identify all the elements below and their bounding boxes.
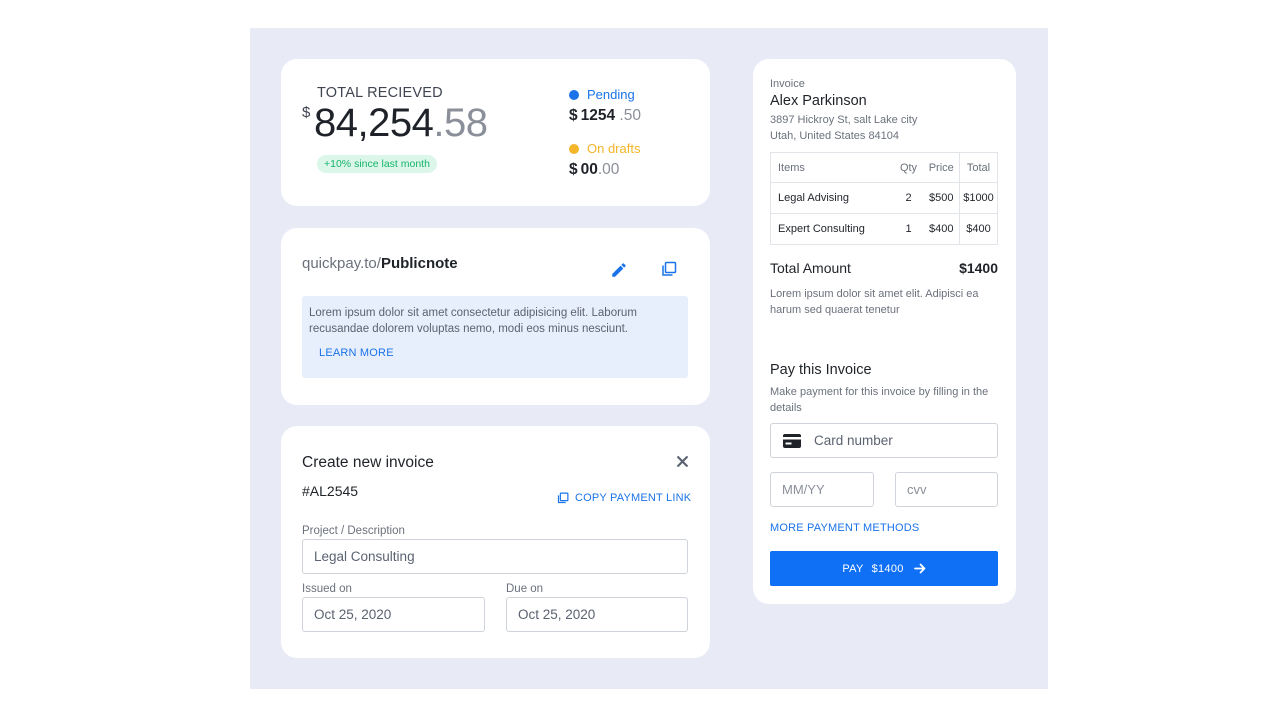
public-link-card: quickpay.to/Publicnote Lorem ipsum dolor…	[281, 228, 710, 405]
issued-date-input[interactable]: Oct 25, 2020	[302, 597, 485, 632]
project-label: Project / Description	[302, 525, 405, 537]
pending-value-dec: .50	[615, 107, 641, 124]
create-invoice-title: Create new invoice	[302, 454, 434, 471]
pending-stat: Pending $1254 .50	[569, 87, 641, 126]
copy-payment-link-label: COPY PAYMENT LINK	[575, 492, 692, 504]
amount-integer: 84,254	[314, 101, 434, 145]
total-received-card: TOTAL RECIEVED $ 84,254.58 +10% since la…	[281, 59, 710, 206]
total-received-currency: $	[302, 104, 311, 121]
client-name: Alex Parkinson	[770, 93, 867, 109]
project-input[interactable]: Legal Consulting	[302, 539, 688, 574]
due-date-input[interactable]: Oct 25, 2020	[506, 597, 688, 632]
item-name: Expert Consulting	[770, 213, 894, 245]
copy-icon[interactable]	[661, 261, 681, 281]
column-header-items: Items	[770, 152, 894, 183]
pay-invoice-description: Make payment for this invoice by filling…	[770, 386, 989, 414]
credit-card-icon	[783, 433, 801, 448]
drafts-label: On drafts	[587, 141, 641, 156]
item-price: $400	[923, 213, 960, 245]
more-payment-methods-link[interactable]: MORE PAYMENT METHODS	[770, 522, 919, 534]
table-row: Legal Advising 2 $500 $1000	[770, 182, 998, 214]
item-price: $500	[923, 182, 960, 214]
close-icon[interactable]	[676, 455, 690, 469]
total-amount-label: Total Amount	[770, 260, 851, 276]
item-qty: 2	[893, 182, 924, 214]
item-qty: 1	[893, 213, 924, 245]
column-header-price: Price	[923, 152, 960, 183]
card-number-field[interactable]: Card number	[770, 423, 998, 458]
item-name: Legal Advising	[770, 182, 894, 214]
column-header-total: Total	[959, 152, 998, 183]
drafts-stat: On drafts $00.00	[569, 141, 640, 180]
table-row: Expert Consulting 1 $400 $400	[770, 213, 998, 245]
total-amount-row: Total Amount $1400	[770, 260, 998, 276]
pay-button-amount: $1400	[871, 562, 904, 575]
pay-button[interactable]: PAY $1400	[770, 551, 998, 586]
copy-payment-link-button[interactable]: COPY PAYMENT LINK	[557, 492, 691, 504]
amount-decimal: .58	[433, 101, 488, 145]
table-header-row: Items Qty Price Total	[770, 152, 998, 183]
column-header-qty: Qty	[893, 152, 924, 183]
pay-invoice-title: Pay this Invoice	[770, 362, 872, 378]
pencil-icon[interactable]	[610, 261, 630, 281]
client-address: 3897 Hickroy St, salt Lake city Utah, Un…	[770, 112, 917, 144]
pending-label: Pending	[587, 87, 635, 102]
create-invoice-card: Create new invoice #AL2545 COPY PAYMENT …	[281, 426, 710, 658]
drafts-currency: $	[569, 161, 578, 178]
info-note: Lorem ipsum dolor sit amet consectetur a…	[302, 296, 688, 378]
drafts-value-int: 00	[580, 161, 598, 178]
invoice-card: Invoice Alex Parkinson 3897 Hickroy St, …	[753, 59, 1016, 604]
arrow-right-icon	[913, 563, 926, 574]
issued-label: Issued on	[302, 583, 352, 595]
due-label: Due on	[506, 583, 544, 595]
public-link[interactable]: quickpay.to/Publicnote	[302, 255, 458, 272]
link-name: Publicnote	[380, 255, 458, 272]
pending-value-int: 1254	[580, 107, 616, 124]
info-note-text: Lorem ipsum dolor sit amet consectetur a…	[309, 307, 637, 335]
pending-dot-icon	[569, 90, 579, 100]
item-total: $1000	[959, 182, 998, 214]
address-line-2: Utah, United States 84104	[770, 130, 900, 142]
drafts-dot-icon	[569, 144, 579, 154]
link-prefix: quickpay.to/	[302, 255, 381, 272]
drafts-value-dec: .00	[597, 161, 620, 178]
item-total: $400	[959, 213, 998, 245]
pending-currency: $	[569, 107, 578, 124]
invoice-label: Invoice	[770, 78, 805, 90]
invoice-items-table: Items Qty Price Total Legal Advising 2 $…	[770, 152, 998, 245]
invoice-number: #AL2545	[302, 483, 359, 499]
pay-button-label: PAY	[842, 562, 864, 575]
invoice-description: Lorem ipsum dolor sit amet elit. Adipisc…	[770, 288, 979, 316]
total-received-amount: 84,254.58	[314, 99, 488, 147]
learn-more-link[interactable]: LEARN MORE	[319, 347, 394, 359]
total-amount-value: $1400	[959, 260, 998, 276]
address-line-1: 3897 Hickroy St, salt Lake city	[770, 114, 918, 126]
card-number-placeholder: Card number	[814, 433, 893, 448]
cvv-input[interactable]: cvv	[895, 472, 998, 507]
expiry-input[interactable]: MM/YY	[770, 472, 874, 507]
copy-icon	[557, 492, 569, 504]
growth-badge: +10% since last month	[317, 155, 437, 173]
